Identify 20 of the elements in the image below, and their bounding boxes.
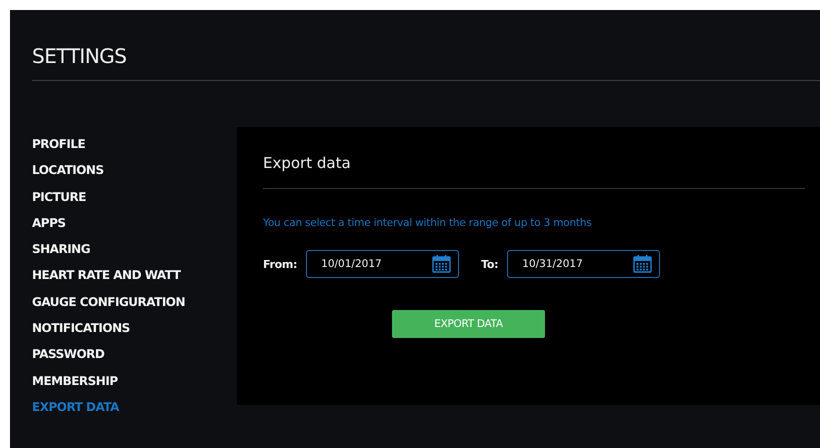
- sidebar-item[interactable]: GAUGE CONFIGURATION: [32, 288, 186, 316]
- calendar-icon[interactable]: [633, 254, 652, 273]
- page-title: SETTINGS: [32, 44, 128, 68]
- sidebar-item[interactable]: PICTURE: [32, 184, 86, 210]
- panel-title: Export data: [263, 153, 352, 173]
- sidebar-item[interactable]: HEART RATE AND WATT: [32, 262, 180, 289]
- sidebar-item[interactable]: EXPORT DATA: [32, 394, 119, 420]
- date-field[interactable]: 10/01/2017: [306, 250, 460, 278]
- sidebar-item[interactable]: PASSWORD: [32, 341, 104, 368]
- sidebar-item[interactable]: MEMBERSHIP: [32, 368, 118, 394]
- hint-text: You can select a time interval within the range of up to 3 months: [263, 217, 593, 229]
- sidebar-item[interactable]: PROFILE: [32, 131, 86, 158]
- sidebar-item[interactable]: SHARING: [32, 236, 90, 262]
- field-label: From:: [263, 258, 298, 270]
- sidebar-item[interactable]: NOTIFICATIONS: [32, 315, 130, 342]
- field-label: To:: [481, 258, 498, 270]
- date-field[interactable]: 10/31/2017: [507, 250, 660, 278]
- sidebar-item[interactable]: LOCATIONS: [32, 157, 104, 184]
- sidebar-item[interactable]: APPS: [32, 210, 66, 236]
- calendar-icon[interactable]: [432, 254, 452, 273]
